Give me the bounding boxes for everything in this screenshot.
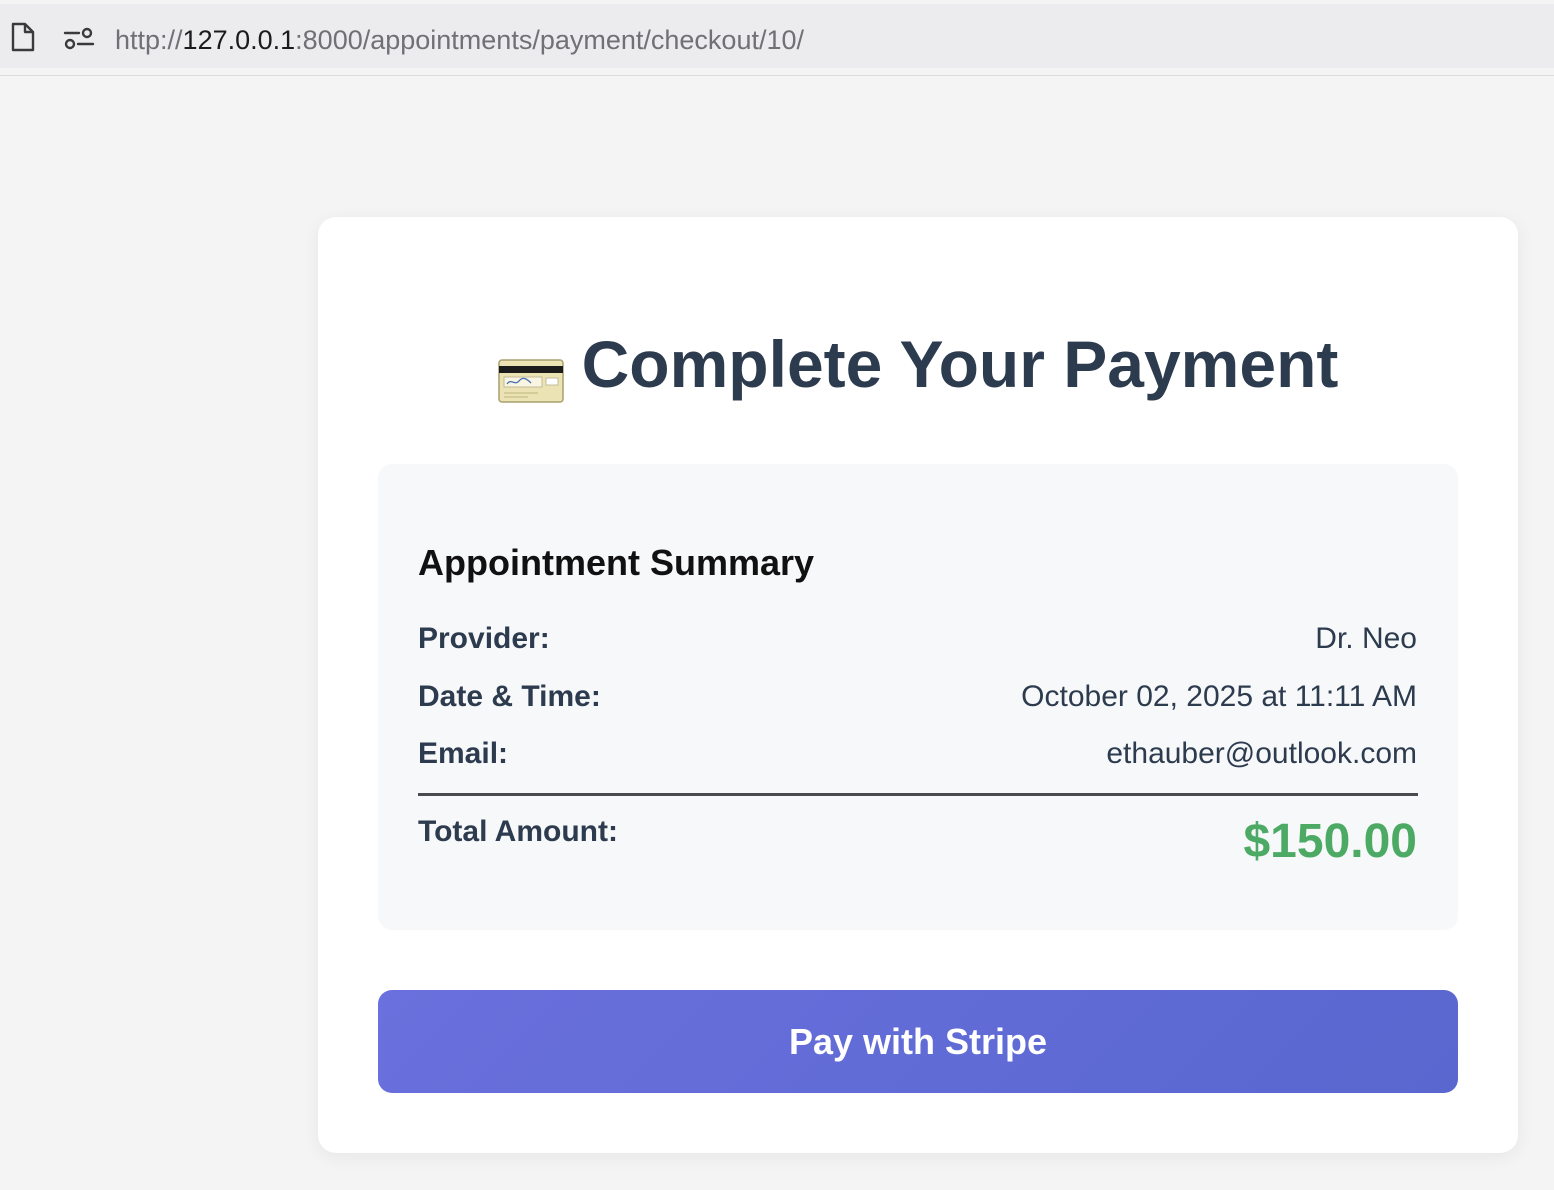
site-settings-icon[interactable] — [62, 26, 96, 50]
url-field[interactable]: http://127.0.0.1:8000/appointments/payme… — [115, 22, 804, 58]
provider-label: Provider: — [418, 622, 550, 655]
summary-heading: Appointment Summary — [418, 542, 815, 583]
page-title-text: Complete Your Payment — [581, 327, 1339, 401]
email-label: Email: — [418, 737, 509, 770]
credit-card-icon — [497, 342, 564, 403]
total-label: Total Amount: — [418, 815, 618, 848]
page-title: Complete Your Payment — [318, 326, 1518, 403]
provider-value: Dr. Neo — [1315, 622, 1417, 655]
url-host: 127.0.0.1 — [182, 25, 296, 55]
total-divider — [418, 793, 1418, 796]
total-amount: $150.00 — [1243, 815, 1417, 868]
url-scheme: http:// — [115, 25, 183, 55]
url-path: :8000/appointments/payment/checkout/10/ — [295, 25, 804, 55]
document-icon[interactable] — [10, 22, 36, 52]
date-time-label: Date & Time: — [418, 680, 601, 713]
email-value: ethauber@outlook.com — [1106, 737, 1417, 770]
toolbar-divider — [0, 75, 1554, 76]
browser-address-bar: http://127.0.0.1:8000/appointments/payme… — [0, 4, 1554, 68]
date-time-value: October 02, 2025 at 11:11 AM — [1021, 680, 1417, 713]
pay-with-stripe-button[interactable]: Pay with Stripe — [378, 990, 1458, 1093]
